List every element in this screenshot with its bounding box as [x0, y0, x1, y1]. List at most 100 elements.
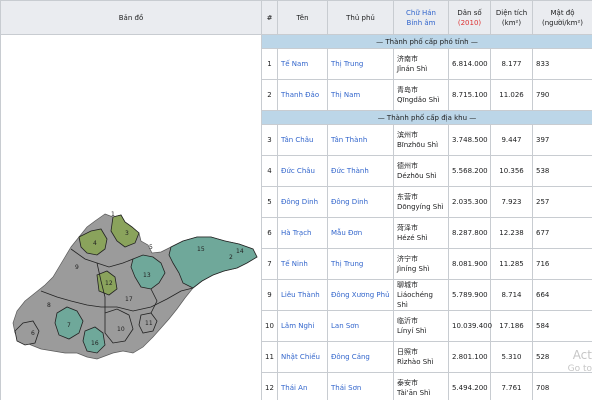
- cell-population: 8.715.100: [448, 79, 491, 111]
- cell-name[interactable]: Tế Nam: [277, 48, 328, 81]
- cell-density: 397: [532, 124, 592, 157]
- cell-area: 11.285: [490, 247, 533, 280]
- col-header-density: Mật độ (người/km²): [532, 0, 592, 35]
- cell-seat[interactable]: Đông Cảng: [327, 341, 394, 373]
- cell-name[interactable]: Tân Châu: [277, 124, 328, 157]
- cell-area: 7.761: [490, 371, 533, 400]
- section-prefecture: — Thành phố cấp địa khu —: [261, 109, 592, 126]
- cell-seat[interactable]: Tân Thành: [327, 124, 394, 157]
- map-label: 16: [91, 340, 99, 347]
- cell-density: 677: [532, 216, 592, 249]
- cell-seat[interactable]: Mẫu Đơn: [327, 216, 394, 249]
- cell-number: 6: [261, 216, 278, 249]
- map-label: 2: [229, 254, 233, 261]
- cell-area: 8.714: [490, 278, 533, 312]
- cell-pinyin: Dézhōu Shì: [397, 172, 437, 181]
- col-header-hanzi-pinyin[interactable]: Chữ Hán Bính âm: [393, 0, 449, 35]
- cell-area: 9.447: [490, 124, 533, 157]
- cell-hanzi: 滨州市: [397, 131, 418, 140]
- col-header-population: Dân số (2010): [448, 0, 491, 35]
- cell-area: 7.923: [490, 186, 533, 218]
- cell-pinyin: Hézé Shì: [397, 233, 428, 242]
- cell-hanzi-pinyin: 泰安市 Tài'ān Shì: [393, 371, 449, 400]
- cell-hanzi-pinyin: 青岛市 Qīngdǎo Shì: [393, 79, 449, 111]
- cell-population: 2.035.300: [448, 186, 491, 218]
- cell-name[interactable]: Lâm Nghi: [277, 310, 328, 343]
- cell-area: 11.026: [490, 79, 533, 111]
- cell-name[interactable]: Đức Châu: [277, 155, 328, 187]
- cell-name[interactable]: Hà Trạch: [277, 216, 328, 249]
- col-header-area: Diện tích (km²): [490, 0, 533, 35]
- cell-pinyin: Dōngyíng Shì: [397, 202, 444, 211]
- cell-population: 5.789.900: [448, 278, 491, 312]
- cell-hanzi-pinyin: 滨州市 Bīnzhōu Shì: [393, 124, 449, 157]
- map-label: 11: [145, 320, 153, 327]
- cell-name[interactable]: Đông Dinh: [277, 186, 328, 218]
- cell-hanzi: 青岛市: [397, 86, 418, 95]
- cell-hanzi: 日照市: [397, 348, 418, 356]
- cell-hanzi-pinyin: 临沂市 Línyí Shì: [393, 310, 449, 343]
- cell-population: 5.494.200: [448, 371, 491, 400]
- cell-density: 708: [532, 371, 592, 400]
- cell-name[interactable]: Liêu Thành: [277, 278, 328, 312]
- col-header-area-unit: (km²): [501, 18, 522, 27]
- cell-hanzi-pinyin: 东营市 Dōngyíng Shì: [393, 186, 449, 218]
- map-region-15[interactable]: [168, 236, 258, 289]
- map-label: 17: [125, 296, 133, 303]
- cell-hanzi: 聊城市: [397, 280, 418, 289]
- cell-name[interactable]: Tế Ninh: [277, 247, 328, 280]
- cell-name[interactable]: Thanh Đảo: [277, 79, 328, 111]
- col-header-area-label: Diện tích: [495, 8, 528, 17]
- cell-seat[interactable]: Thị Trung: [327, 48, 394, 81]
- cell-number: 9: [261, 278, 278, 312]
- activate-watermark-line2: Go to: [567, 364, 592, 374]
- prefecture-table: Bản đồ # Tên Thủ phủ Chữ Hán Bính âm Dân…: [0, 0, 592, 400]
- cell-population: 2.801.100: [448, 341, 491, 373]
- cell-area: 12.238: [490, 216, 533, 249]
- shandong-map[interactable]: 1 2 3 4 5 6 7 8 9 10 11 12 13 14 15 16 1…: [1, 35, 260, 400]
- cell-hanzi: 菏泽市: [397, 223, 418, 232]
- cell-area: 8.177: [490, 48, 533, 81]
- cell-hanzi: 东营市: [397, 192, 418, 201]
- col-header-map: Bản đồ: [0, 0, 262, 35]
- cell-pinyin: Tài'ān Shì: [397, 388, 431, 397]
- col-header-pop-year[interactable]: (2010): [449, 18, 490, 28]
- cell-pinyin: Qīngdǎo Shì: [397, 96, 440, 105]
- col-header-pinyin[interactable]: Bính âm: [394, 18, 448, 28]
- activate-watermark-line1: Act: [572, 348, 592, 362]
- cell-seat[interactable]: Thị Nam: [327, 79, 394, 111]
- section-row: 1 2 3 4 5 6 7 8 9 10 11 12 13 14 15 16 1…: [0, 33, 592, 400]
- cell-seat[interactable]: Thị Trung: [327, 247, 394, 280]
- cell-number: 3: [261, 124, 278, 157]
- cell-seat[interactable]: Đông Dinh: [327, 186, 394, 218]
- cell-hanzi: 济宁市: [397, 254, 418, 263]
- cell-hanzi-pinyin: 聊城市 Liáochéng Shì: [393, 278, 449, 312]
- cell-density: 664: [532, 278, 592, 312]
- col-header-number: #: [261, 0, 278, 35]
- cell-seat[interactable]: Thái Sơn: [327, 371, 394, 400]
- cell-number: 7: [261, 247, 278, 280]
- cell-name[interactable]: Nhật Chiếu: [277, 341, 328, 373]
- cell-name[interactable]: Thái An: [277, 371, 328, 400]
- cell-hanzi: 济南市: [397, 55, 418, 64]
- cell-number: 2: [261, 79, 278, 111]
- cell-number: 12: [261, 371, 278, 400]
- cell-pinyin: Bīnzhōu Shì: [397, 141, 439, 150]
- cell-seat[interactable]: Lan Sơn: [327, 310, 394, 343]
- map-label: 9: [75, 264, 79, 271]
- map-label: 1: [111, 211, 115, 218]
- col-header-hanzi[interactable]: Chữ Hán: [394, 8, 448, 18]
- cell-density: 538: [532, 155, 592, 187]
- map-label: 13: [143, 272, 151, 279]
- map-label: 15: [197, 246, 205, 253]
- cell-number: 4: [261, 155, 278, 187]
- map-label: 14: [236, 248, 244, 255]
- map-label: 7: [67, 322, 71, 329]
- cell-area: 5.310: [490, 341, 533, 373]
- cell-pinyin: Jǐnán Shì: [397, 65, 428, 74]
- cell-seat[interactable]: Đông Xương Phủ: [327, 278, 394, 312]
- cell-hanzi: 德州市: [397, 162, 418, 171]
- cell-hanzi-pinyin: 济宁市 Jìníng Shì: [393, 247, 449, 280]
- map-cell: 1 2 3 4 5 6 7 8 9 10 11 12 13 14 15 16 1…: [0, 34, 262, 400]
- cell-seat[interactable]: Đức Thành: [327, 155, 394, 187]
